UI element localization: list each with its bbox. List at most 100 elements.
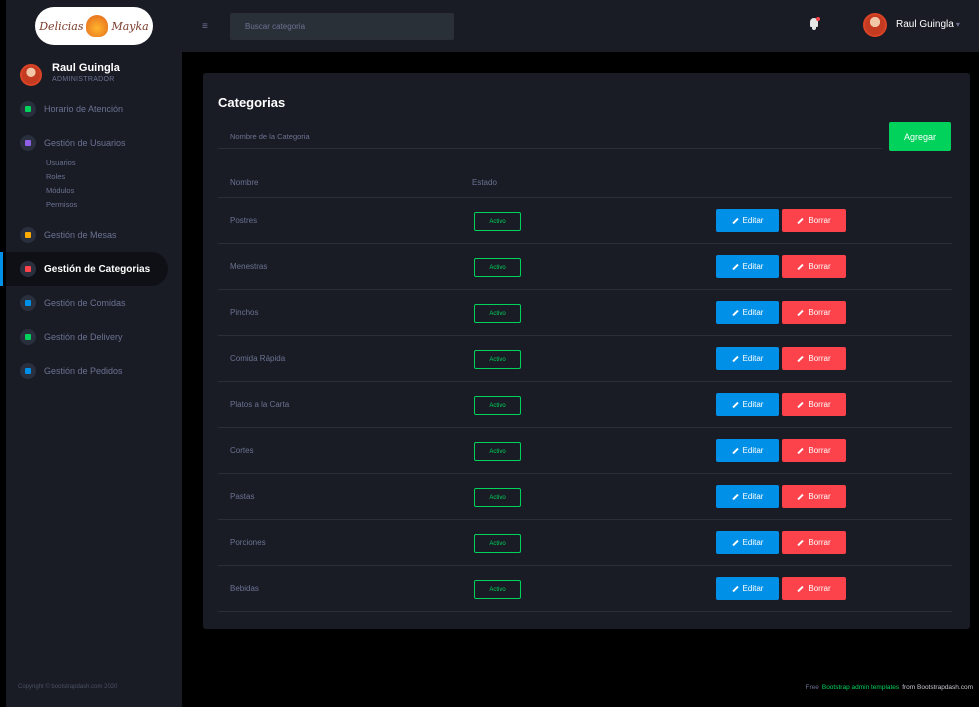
page-footer: Free Bootstrap admin templates from Boot… [182, 667, 979, 707]
sidebar-item-usuarios[interactable]: Gestión de Usuarios [6, 126, 182, 160]
edit-button[interactable]: Editar [716, 301, 779, 324]
sidebar-profile[interactable]: Raul Guingla ADMINISTRADOR [6, 52, 182, 92]
category-name: Postres [230, 216, 258, 225]
sidebar-item-mesas[interactable]: Gestión de Mesas [6, 218, 182, 252]
sidebar-item-pedidos[interactable]: Gestión de Pedidos [6, 354, 182, 388]
edit-label: Editar [742, 584, 764, 593]
delete-button[interactable]: Borrar [782, 577, 846, 600]
pencil-icon [731, 401, 739, 408]
category-name: Bebidas [230, 584, 259, 593]
delete-label: Borrar [808, 446, 831, 455]
profile-name: Raul Guingla [52, 62, 120, 74]
edit-label: Editar [742, 216, 764, 225]
search-placeholder: Buscar categoria [245, 22, 306, 31]
edit-label: Editar [742, 538, 764, 547]
page-title: Categorias [218, 95, 286, 110]
sidebar-subitem-usuarios[interactable]: Usuarios [46, 158, 182, 172]
category-name-input[interactable]: Nombre de la Categoria [218, 124, 882, 149]
pencil-icon [731, 539, 739, 546]
status-badge: Activo [474, 488, 521, 508]
sidebar-subitem-permisos[interactable]: Permisos [46, 200, 182, 214]
category-name: Cortes [230, 446, 254, 455]
users-icon [20, 135, 36, 151]
chevron-down-icon: ▾ [955, 20, 960, 29]
delete-label: Borrar [808, 538, 831, 547]
edit-button[interactable]: Editar [716, 393, 779, 416]
delete-label: Borrar [808, 308, 831, 317]
pencil-icon [731, 493, 739, 500]
edit-label: Editar [742, 492, 764, 501]
eraser-icon [797, 217, 805, 224]
eraser-icon [797, 539, 805, 546]
sidebar-nav: Horario de Atención Gestión de Usuarios … [0, 92, 182, 388]
sidebar-subitem-modulos[interactable]: Módulos [46, 186, 182, 200]
logo-area: Delicias Mayka [6, 0, 182, 52]
column-header-state: Estado [472, 178, 497, 187]
user-menu[interactable]: Raul Guingla ▾ [896, 19, 960, 30]
footer-link[interactable]: Bootstrap admin templates [822, 684, 899, 691]
profile-role: ADMINISTRADOR [52, 76, 115, 83]
delete-button[interactable]: Borrar [782, 209, 846, 232]
table-icon [20, 227, 36, 243]
eraser-icon [797, 585, 805, 592]
sidebar-item-label: Gestión de Mesas [44, 230, 117, 240]
sidebar-item-comidas[interactable]: Gestión de Comidas [6, 286, 182, 320]
category-input-placeholder: Nombre de la Categoria [230, 131, 310, 141]
table-row: Postres Activo Editar Borrar [218, 198, 952, 244]
eraser-icon [797, 401, 805, 408]
delete-button[interactable]: Borrar [782, 255, 846, 278]
notification-bell-icon[interactable] [809, 17, 820, 30]
search-input[interactable]: Buscar categoria [230, 13, 454, 40]
edit-button[interactable]: Editar [716, 347, 779, 370]
edit-label: Editar [742, 400, 764, 409]
sidebar-subitem-roles[interactable]: Roles [46, 172, 182, 186]
edit-button[interactable]: Editar [716, 531, 779, 554]
pencil-icon [731, 447, 739, 454]
pencil-icon [731, 585, 739, 592]
category-name: Porciones [230, 538, 266, 547]
delete-button[interactable]: Borrar [782, 531, 846, 554]
copyright-text: Copyright © bootstrapdash.com 2020 [6, 667, 182, 707]
edit-button[interactable]: Editar [716, 577, 779, 600]
sidebar-item-horario[interactable]: Horario de Atención [6, 92, 182, 126]
logo-text-left: Delicias [39, 19, 84, 33]
delete-button[interactable]: Borrar [782, 439, 846, 462]
delete-button[interactable]: Borrar [782, 485, 846, 508]
sidebar-item-label: Gestión de Pedidos [44, 366, 123, 376]
delete-button[interactable]: Borrar [782, 301, 846, 324]
delete-button[interactable]: Borrar [782, 347, 846, 370]
eraser-icon [797, 355, 805, 362]
sidebar-item-delivery[interactable]: Gestión de Delivery [6, 320, 182, 354]
table-header: Nombre Estado [218, 168, 952, 198]
delete-label: Borrar [808, 262, 831, 271]
edit-button[interactable]: Editar [716, 439, 779, 462]
category-name: Comida Rápida [230, 354, 286, 363]
delete-label: Borrar [808, 584, 831, 593]
edit-button[interactable]: Editar [716, 209, 779, 232]
sidebar-item-categorias[interactable]: Gestión de Categorias [0, 252, 168, 286]
edit-label: Editar [742, 446, 764, 455]
edit-button[interactable]: Editar [716, 255, 779, 278]
brand-logo[interactable]: Delicias Mayka [35, 7, 153, 45]
sidebar: Delicias Mayka Raul Guingla ADMINISTRADO… [0, 0, 182, 667]
pencil-icon [731, 217, 739, 224]
column-header-name: Nombre [230, 178, 259, 187]
category-icon [20, 261, 36, 277]
status-badge: Activo [474, 580, 521, 600]
sidebar-item-label: Gestión de Categorias [44, 263, 151, 275]
footer-suffix: from Bootstrapdash.com [902, 683, 973, 691]
eraser-icon [797, 447, 805, 454]
add-category-button[interactable]: Agregar [889, 122, 951, 151]
eraser-icon [797, 493, 805, 500]
delete-button[interactable]: Borrar [782, 393, 846, 416]
avatar[interactable] [863, 13, 887, 37]
status-badge: Activo [474, 534, 521, 554]
delete-label: Borrar [808, 354, 831, 363]
menu-toggle-icon[interactable]: ≡ [202, 21, 208, 32]
category-name: Menestras [230, 262, 268, 271]
edit-button[interactable]: Editar [716, 485, 779, 508]
pencil-icon [731, 309, 739, 316]
sidebar-subnav-usuarios: Usuarios Roles Módulos Permisos [6, 158, 182, 214]
table-row: Cortes Activo Editar Borrar [218, 428, 952, 474]
edit-label: Editar [742, 354, 764, 363]
